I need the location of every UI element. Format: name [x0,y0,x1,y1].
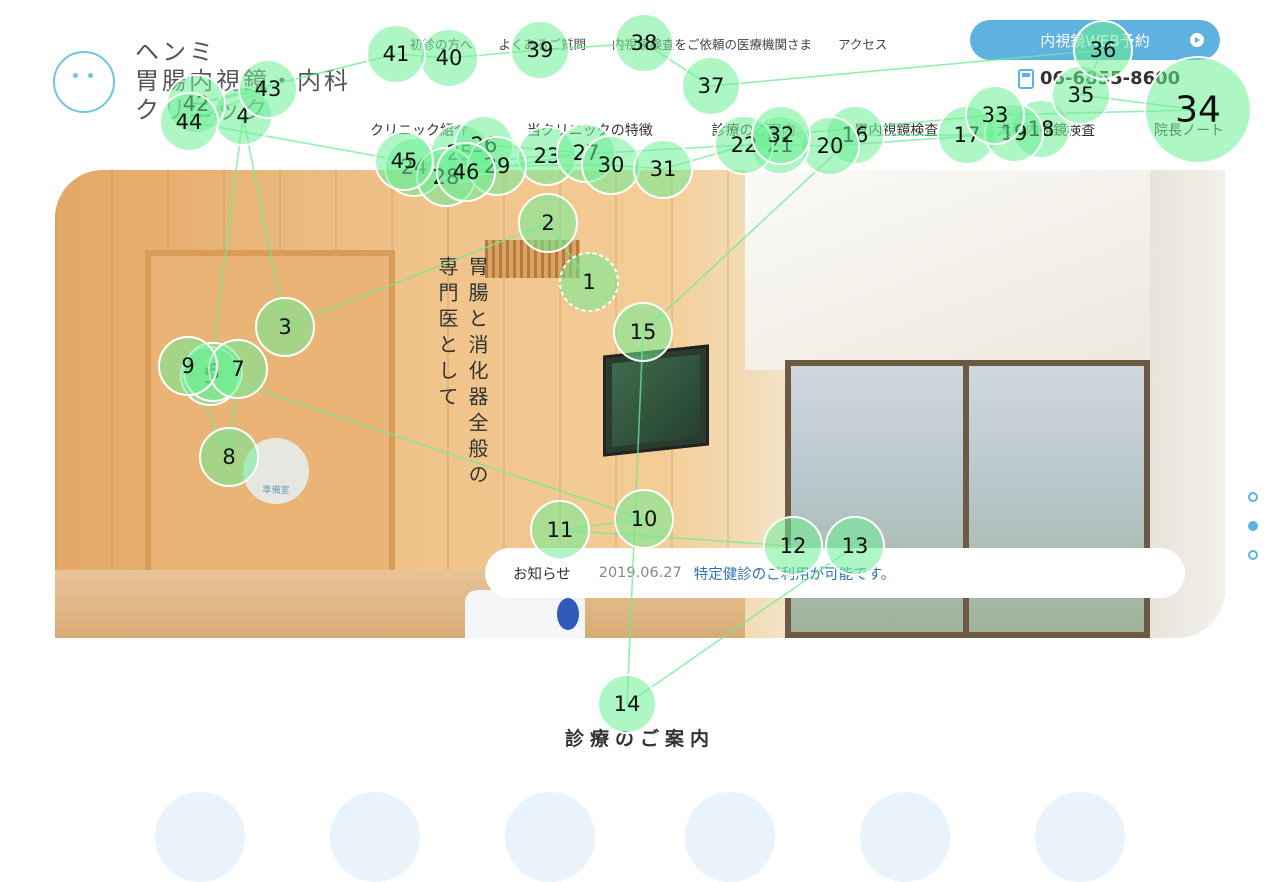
hero-catchcopy: 胃腸と消化器全般の 専門医として [177,256,489,490]
fixation-number: 27 [573,141,600,165]
slider-dot-1[interactable] [1248,492,1258,502]
gaze-fixation-37: 37 [681,56,741,116]
nav-features[interactable]: 当クリニックの特徴 [527,120,653,140]
play-arrow-icon [1190,33,1204,47]
nav-colonoscopy[interactable]: 大腸内視鏡検査 [997,120,1095,140]
nav-clinic-intro[interactable]: クリニック紹介 [370,120,468,140]
phone-number[interactable]: 06-6855-8600 [1018,68,1180,89]
slider-dot-2[interactable] [1248,521,1258,531]
nav-first-visit[interactable]: 初診の方へ [410,34,473,53]
fixation-number: 37 [698,74,725,98]
news-date: 2019.06.27 [598,565,682,581]
clinic-name-line2: 胃腸内視鏡・内科 [135,67,351,95]
slider-dot-3[interactable] [1248,550,1258,560]
service-icon-5[interactable] [860,792,950,882]
clinic-name: ヘンミ 胃腸内視鏡・内科 クリニック [135,38,351,125]
wall-monitor [603,344,709,457]
nav-director-notes[interactable]: 院長ノート [1154,120,1224,140]
catchcopy-line2: 専門医として [435,256,459,412]
nav-gastroscopy[interactable]: 胃内視鏡検査 [854,120,938,140]
section-title: 診療のご案内 [564,728,715,750]
clinic-name-line3: クリニック [135,96,270,124]
nav-referring-institutions[interactable]: 内視鏡検査をご依頼の医療機関さま [612,34,812,53]
news-label: お知らせ [513,566,571,583]
news-link[interactable]: 特定健診のご利用が可能です。 [694,563,896,584]
nav-medical-guide[interactable]: 診療のご案内 [712,120,796,140]
catchcopy-line1: 胃腸と消化器全般の [465,256,489,490]
phone-icon [1018,68,1034,89]
smiley-face-icon [53,50,115,113]
fixation-number: 25 [447,141,474,165]
wall-vent [485,240,580,278]
room-sign: 準備室 [243,438,309,504]
service-icons-row [0,792,1280,882]
service-icon-6[interactable] [1035,792,1125,882]
room-sign-label: 準備室 [262,486,290,496]
nav-access[interactable]: アクセス [838,34,887,53]
service-icon-1[interactable] [155,792,245,882]
reserve-button-label: 内視鏡WEB予約 [1040,31,1150,50]
slider-pagination [1248,492,1258,560]
service-icon-4[interactable] [685,792,775,882]
fixation-number: 14 [614,692,641,716]
main-nav: クリニック紹介 当クリニックの特徴 診療のご案内 胃内視鏡検査 大腸内視鏡検査 … [370,120,1224,140]
fixation-number: 23 [534,144,561,168]
clinic-name-line1: ヘンミ [135,38,216,66]
fixation-circle [681,56,741,116]
phone-number-text: 06-6855-8600 [1040,68,1181,89]
service-icon-3[interactable] [505,792,595,882]
clinic-logo[interactable]: ヘンミ 胃腸内視鏡・内科 クリニック [53,38,351,125]
service-icon-2[interactable] [330,792,420,882]
nav-faq[interactable]: よくあるご質問 [499,34,587,53]
endoscopy-web-reservation-button[interactable]: 内視鏡WEB予約 [970,20,1220,60]
fixation-number: 41 [383,42,410,66]
top-nav: 初診の方へ よくあるご質問 内視鏡検査をご依頼の医療機関さま アクセス [410,34,887,53]
news-bar: お知らせ 2019.06.27 特定健診のご利用が可能です。 [485,548,1185,598]
